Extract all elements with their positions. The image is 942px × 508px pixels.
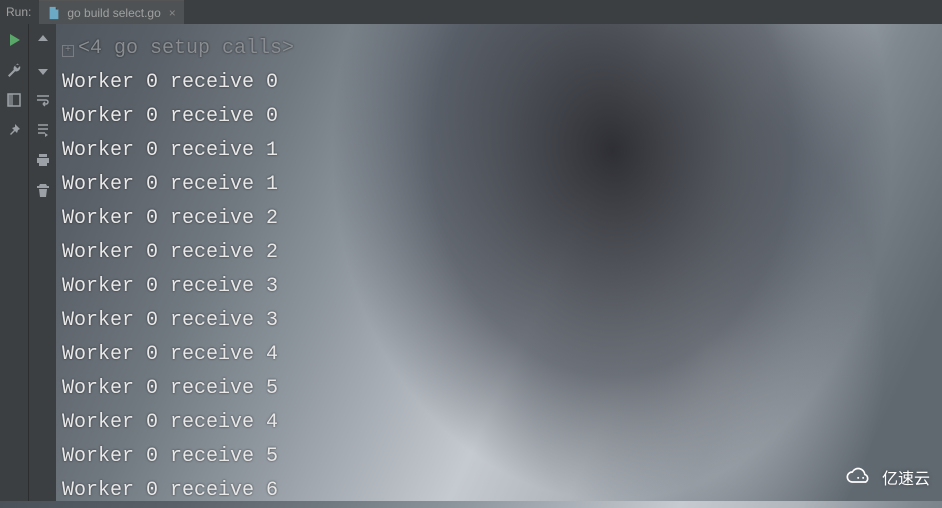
console-line: Worker 0 receive 5 bbox=[62, 440, 936, 474]
rerun-icon[interactable] bbox=[6, 32, 22, 48]
pin-icon[interactable] bbox=[6, 122, 22, 138]
layout-icon[interactable] bbox=[6, 92, 22, 108]
run-label: Run: bbox=[6, 5, 31, 19]
wrench-icon[interactable] bbox=[6, 62, 22, 78]
run-tab-title: go build select.go bbox=[67, 6, 160, 20]
console-line: Worker 0 receive 3 bbox=[62, 270, 936, 304]
trash-icon[interactable] bbox=[35, 182, 51, 198]
main-area: + <4 go setup calls> Worker 0 receive 0 W… bbox=[0, 24, 942, 501]
setup-calls-line[interactable]: + <4 go setup calls> bbox=[62, 32, 936, 66]
console-line: Worker 0 receive 5 bbox=[62, 372, 936, 406]
console-output[interactable]: + <4 go setup calls> Worker 0 receive 0 W… bbox=[56, 24, 942, 501]
run-tab[interactable]: go build select.go × bbox=[39, 0, 183, 24]
arrow-down-icon[interactable] bbox=[35, 62, 51, 78]
left-gutter-secondary bbox=[28, 24, 56, 501]
console-line: Worker 0 receive 1 bbox=[62, 134, 936, 168]
expand-icon[interactable]: + bbox=[62, 45, 74, 57]
console-line: Worker 0 receive 6 bbox=[62, 474, 936, 508]
watermark: 亿速云 bbox=[842, 465, 930, 489]
soft-wrap-icon[interactable] bbox=[35, 92, 51, 108]
console-line: Worker 0 receive 0 bbox=[62, 100, 936, 134]
console-line: Worker 0 receive 2 bbox=[62, 236, 936, 270]
console-line: Worker 0 receive 4 bbox=[62, 338, 936, 372]
console-line: Worker 0 receive 3 bbox=[62, 304, 936, 338]
scroll-to-end-icon[interactable] bbox=[35, 122, 51, 138]
go-file-icon bbox=[47, 6, 61, 20]
arrow-up-icon[interactable] bbox=[35, 32, 51, 48]
console-line: Worker 0 receive 0 bbox=[62, 66, 936, 100]
run-tool-window-header: Run: go build select.go × bbox=[0, 0, 942, 24]
cloud-logo-icon bbox=[842, 467, 876, 487]
console-line: Worker 0 receive 2 bbox=[62, 202, 936, 236]
left-gutter-primary bbox=[0, 24, 28, 501]
console-line: Worker 0 receive 1 bbox=[62, 168, 936, 202]
close-icon[interactable]: × bbox=[169, 6, 176, 20]
watermark-text: 亿速云 bbox=[882, 465, 930, 489]
setup-text: <4 go setup calls> bbox=[78, 37, 294, 60]
print-icon[interactable] bbox=[35, 152, 51, 168]
console-line: Worker 0 receive 4 bbox=[62, 406, 936, 440]
